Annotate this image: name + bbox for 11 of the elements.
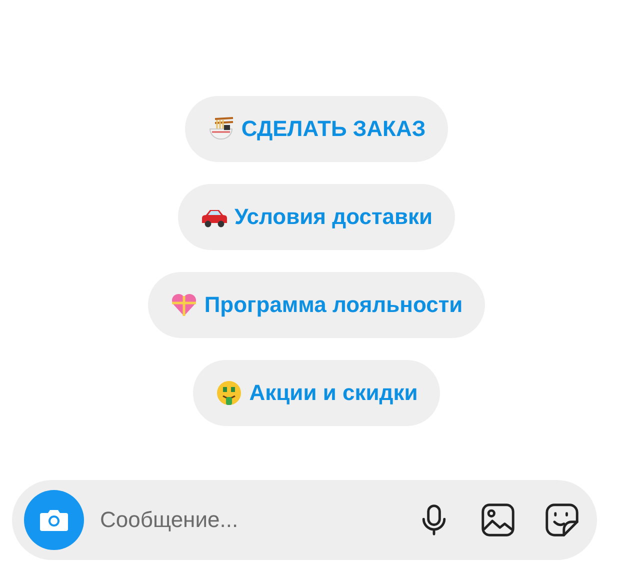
camera-button[interactable] (24, 490, 84, 550)
quick-reply-button[interactable]: Программа лояльности (148, 272, 485, 338)
camera-icon (39, 507, 69, 533)
sticker-icon[interactable] (545, 503, 579, 537)
message-input[interactable]: Сообщение... (98, 506, 387, 534)
quick-reply-button[interactable]: Условия доставки (178, 184, 455, 250)
image-icon[interactable] (481, 503, 515, 537)
quick-reply-button[interactable]: Акции и скидки (193, 360, 440, 426)
heart-icon (170, 291, 198, 319)
quick-reply-button[interactable]: СДЕЛАТЬ ЗАКАЗ (185, 96, 448, 162)
money-face-icon (215, 379, 244, 407)
